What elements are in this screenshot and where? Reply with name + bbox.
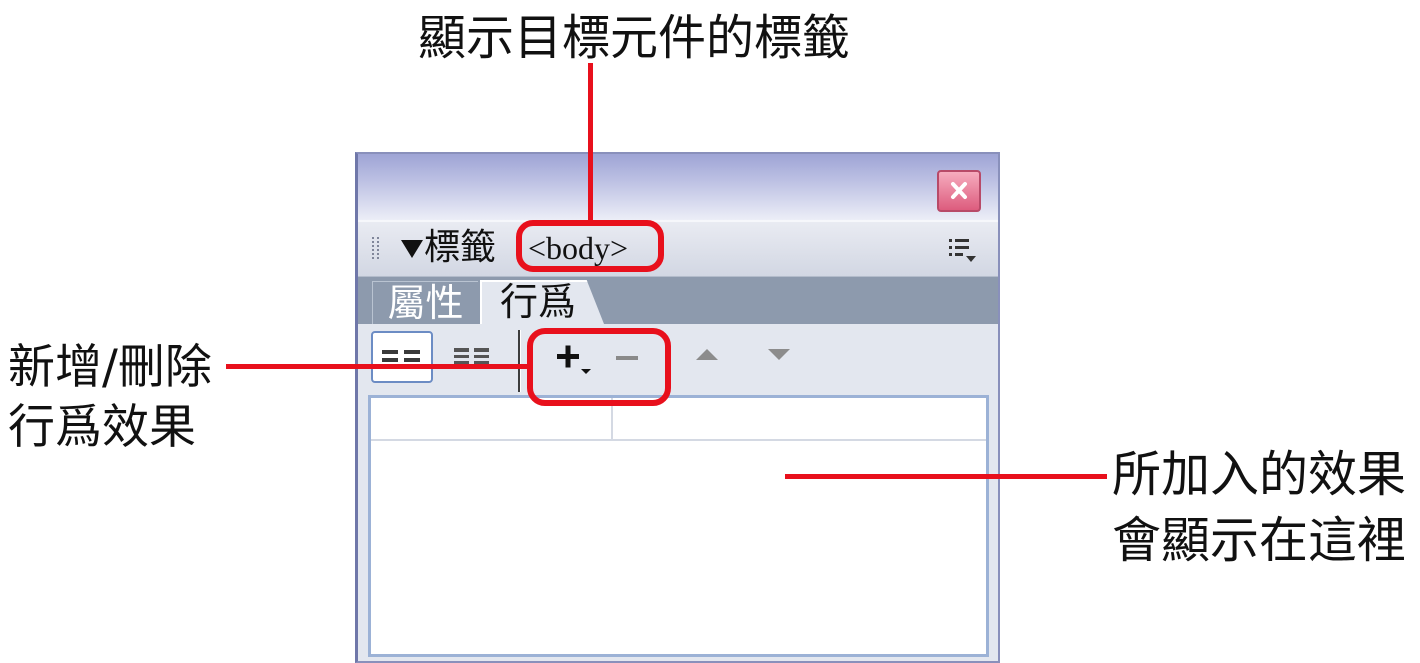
tag-inspector-panel: 標籤 <body> 屬性 行爲 [355, 152, 1000, 663]
callout-left-label-line1: 新增/刪除 [8, 340, 212, 395]
move-down-button[interactable] [764, 345, 794, 365]
show-set-events-button[interactable] [371, 331, 433, 383]
panel-title-bar[interactable] [358, 154, 998, 220]
toolbar-separator [518, 330, 521, 392]
callout-left-line [226, 364, 528, 369]
options-menu-icon[interactable] [948, 236, 978, 264]
list-header-cell-actions [613, 398, 986, 439]
callout-right-label-line1: 所加入的效果 [1112, 446, 1407, 503]
tab-behaviors-label: 行爲 [500, 280, 577, 324]
tab-bar: 屬性 行爲 [358, 277, 998, 324]
close-button[interactable] [937, 170, 981, 212]
show-all-events-icon [454, 348, 489, 364]
grip-icon[interactable] [371, 236, 381, 260]
move-down-arrow-icon [768, 349, 790, 360]
close-icon [937, 170, 981, 212]
collapse-triangle-icon[interactable] [401, 240, 423, 258]
callout-top-label: 顯示目標元件的標籤 [418, 10, 851, 66]
list-header [371, 398, 986, 441]
callout-left-label-line2: 行爲效果 [8, 400, 196, 455]
callout-tag-highlight [516, 220, 664, 272]
behaviors-list[interactable] [368, 395, 989, 657]
callout-right-label-line2: 會顯示在這裡 [1112, 512, 1407, 569]
callout-add-remove-highlight [527, 328, 671, 406]
panel-header[interactable]: 標籤 <body> [358, 222, 998, 277]
show-all-events-button[interactable] [450, 335, 494, 380]
behaviors-toolbar [358, 324, 998, 395]
move-up-button[interactable] [692, 345, 722, 365]
callout-top-line [588, 63, 593, 223]
move-up-arrow-icon [696, 349, 718, 360]
list-body[interactable] [371, 441, 986, 654]
panel-title: 標籤 [424, 227, 497, 268]
tab-behaviors[interactable]: 行爲 [480, 280, 604, 324]
callout-right-line [785, 474, 1107, 479]
tab-attributes[interactable]: 屬性 [372, 281, 478, 324]
